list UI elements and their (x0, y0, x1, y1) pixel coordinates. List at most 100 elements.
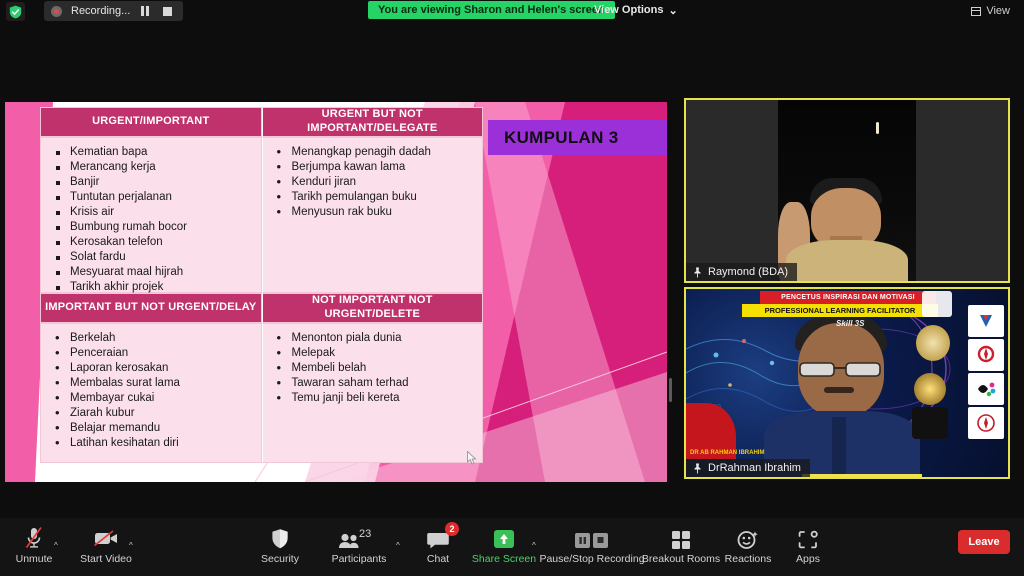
shared-screen-area[interactable]: URGENT/IMPORTANT URGENT BUT NOT IMPORTAN… (0, 100, 672, 484)
breakout-rooms-button[interactable]: Breakout Rooms (642, 524, 720, 565)
stop-recording-button[interactable] (161, 5, 174, 18)
apps-icon (798, 524, 818, 550)
breakout-rooms-label: Breakout Rooms (641, 553, 721, 565)
shared-screen-scrollbar[interactable] (669, 378, 672, 402)
pause-recording-button[interactable] (139, 5, 152, 18)
list-item: Tarikh pemulangan buku (275, 189, 477, 205)
list-item: Menonton piala dunia (275, 330, 477, 346)
participants-caret-icon[interactable]: ^ (396, 541, 400, 550)
quadrant-body-urgent-not-important: Menangkap penagih dadah Berjumpa kawan l… (261, 137, 483, 293)
chat-unread-badge: 2 (445, 522, 459, 536)
camera-image (778, 100, 916, 281)
pause-stop-recording-button[interactable]: Pause/Stop Recording (539, 524, 645, 565)
recording-label: Recording... (71, 5, 131, 17)
viewing-screen-banner: You are viewing Sharon and Helen's scree… (368, 1, 615, 19)
leave-button[interactable]: Leave (958, 530, 1010, 554)
participants-icon: 23 (332, 524, 386, 550)
list-item: Tarikh akhir projek (53, 280, 255, 295)
quadrant-header-not-important-not-urgent: NOT IMPORTANT NOT URGENT/DELETE (261, 293, 483, 323)
meeting-security-shield-icon[interactable] (6, 2, 25, 21)
start-video-button[interactable]: Start Video ^ (80, 524, 133, 565)
zoom-meeting-window: Recording... You are viewing Sharon and … (0, 0, 1024, 576)
presentation-slide: URGENT/IMPORTANT URGENT BUT NOT IMPORTAN… (5, 102, 667, 482)
participant-name: DrRahman Ibrahim (708, 462, 801, 474)
video-feed (686, 100, 1008, 281)
video-off-icon (93, 524, 119, 550)
recording-indicator: Recording... (44, 1, 184, 21)
view-label: View (986, 5, 1010, 17)
list-item: Penceraian (53, 345, 255, 361)
logo-column (968, 305, 1004, 441)
chevron-down-icon: ⌄ (668, 4, 678, 17)
participants-label: Participants (331, 553, 387, 565)
chat-icon: 2 (427, 522, 459, 550)
list-item: Mesyuarat maal hijrah (53, 265, 255, 280)
quadrant-body-urgent-important: Kematian bapa Merancang kerja Banjir Tun… (40, 137, 262, 293)
chat-button[interactable]: 2 Chat (418, 522, 459, 565)
list-urgent-not-important: Menangkap penagih dadah Berjumpa kawan l… (275, 144, 477, 220)
crest-emblem-icon (912, 407, 948, 439)
microphone-muted-icon (24, 524, 44, 550)
list-item: Kenduri jiran (275, 174, 477, 190)
view-options-button[interactable]: View Options ⌄ (586, 1, 686, 19)
list-item: Merancang kerja (53, 160, 255, 175)
view-layout-button[interactable]: View (971, 2, 1010, 20)
reactions-icon (737, 524, 759, 550)
video-options-caret-icon[interactable]: ^ (129, 541, 133, 550)
list-item: Latihan kesihatan diri (53, 435, 255, 451)
meeting-toolbar: Unmute ^ Start Video ^ Security 23 Parti… (0, 518, 1024, 576)
list-item: Banjir (53, 175, 255, 190)
list-item: Membayar cukai (53, 390, 255, 406)
list-item: Berjumpa kawan lama (275, 159, 477, 175)
participants-button[interactable]: 23 Participants ^ (331, 524, 400, 565)
unmute-label: Unmute (15, 553, 53, 565)
overlay-nametag: DR AB RAHMAN IBRAHIM (690, 450, 765, 456)
share-screen-icon (493, 524, 515, 550)
list-item: Tawaran saham terhad (275, 375, 477, 391)
reactions-button[interactable]: Reactions (722, 524, 774, 565)
quadrant-header-urgent-important: URGENT/IMPORTANT (40, 107, 262, 137)
recording-dot-icon (51, 5, 62, 17)
video-tile-raymond[interactable]: Raymond (BDA) (684, 98, 1010, 283)
matrix-header-row-top: URGENT/IMPORTANT URGENT BUT NOT IMPORTAN… (40, 107, 483, 137)
reactions-label: Reactions (724, 553, 772, 565)
organization-logo-icon (968, 373, 1004, 405)
security-button[interactable]: Security (256, 524, 304, 565)
matrix-body-row-top: Kematian bapa Merancang kerja Banjir Tun… (40, 137, 483, 293)
list-item: Temu janji beli kereta (275, 390, 477, 406)
share-screen-button[interactable]: Share Screen ^ (472, 524, 536, 565)
share-options-caret-icon[interactable]: ^ (532, 541, 536, 550)
quadrant-header-urgent-not-important: URGENT BUT NOT IMPORTANT/DELEGATE (261, 107, 483, 137)
list-item: Solat fardu (53, 250, 255, 265)
list-item: Bumbung rumah bocor (53, 220, 255, 235)
apps-label: Apps (796, 553, 820, 565)
pause-icon (141, 6, 150, 16)
overlay-banner-red: PENCETUS INSPIRASI DAN MOTIVASI (760, 291, 936, 304)
video-tile-drrahman[interactable]: 10110 21530 PENCETUS INSPIRASI DAN MOTIV… (684, 287, 1010, 479)
list-item: Berkelah (53, 330, 255, 346)
group-title-banner: KUMPULAN 3 (488, 120, 667, 155)
grid-view-icon (971, 6, 982, 16)
mouse-cursor-icon (467, 451, 477, 465)
list-item: Tuntutan perjalanan (53, 190, 255, 205)
list-item: Belajar memandu (53, 420, 255, 436)
list-item: Laporan kerosakan (53, 360, 255, 376)
speaker-moustache (824, 387, 854, 393)
list-item: Menyusun rak buku (275, 204, 477, 220)
presenter-underline (802, 474, 922, 477)
matrix-header-row-bottom: IMPORTANT BUT NOT URGENT/DELAY NOT IMPOR… (40, 293, 483, 323)
pause-stop-recording-label: Pause/Stop Recording (539, 553, 645, 565)
eyeglasses (799, 362, 881, 377)
audio-options-caret-icon[interactable]: ^ (54, 541, 58, 550)
matrix-body-row-bottom: Berkelah Penceraian Laporan kerosakan Me… (40, 323, 483, 463)
list-item: Krisis air (53, 205, 255, 220)
overlay-skill-label: Skill 3S (836, 319, 865, 328)
shield-icon (271, 524, 289, 550)
quadrant-body-important-not-urgent: Berkelah Penceraian Laporan kerosakan Me… (40, 323, 262, 463)
pin-icon (694, 463, 701, 473)
participant-name: Raymond (BDA) (708, 266, 789, 278)
unmute-button[interactable]: Unmute ^ (10, 524, 58, 565)
apps-button[interactable]: Apps (786, 524, 830, 565)
speaker-tie (832, 417, 846, 477)
eisenhower-matrix-table: URGENT/IMPORTANT URGENT BUT NOT IMPORTAN… (40, 107, 483, 469)
